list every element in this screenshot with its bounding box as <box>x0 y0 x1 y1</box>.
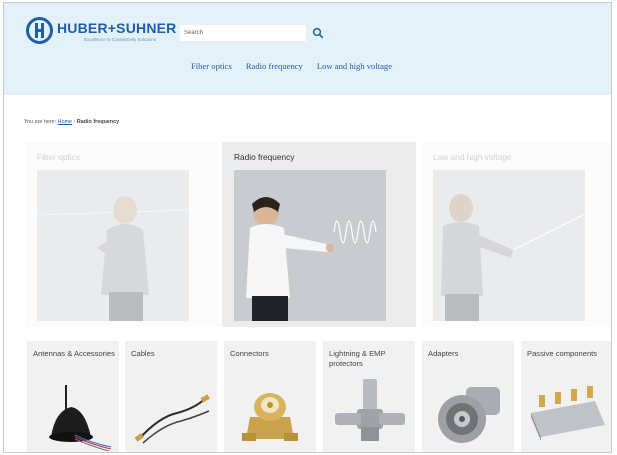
breadcrumb-separator: › <box>73 119 76 125</box>
category-tile-radio-frequency[interactable]: Radio frequency <box>222 142 416 327</box>
antenna-icon <box>31 377 115 452</box>
category-photo <box>37 170 189 321</box>
breadcrumb-home-link[interactable]: Home <box>58 119 72 125</box>
brand-tagline: Excellence in Connectivity Solutions <box>84 37 157 42</box>
category-photo <box>234 170 386 321</box>
product-tile-lightning-emp[interactable]: Lightning & EMP protectors <box>323 341 415 452</box>
category-tile-low-high-voltage[interactable]: Low and high voltage <box>421 142 611 327</box>
product-label: Passive components <box>527 349 598 358</box>
product-label: Connectors <box>230 349 269 358</box>
nav-low-high-voltage[interactable]: Low and high voltage <box>317 61 392 71</box>
product-label: Lightning & EMP protectors <box>329 349 386 368</box>
breadcrumb-prefix: You are here: <box>24 119 57 125</box>
connector-icon <box>228 377 312 451</box>
passive-component-icon <box>525 377 609 451</box>
category-label: Fiber optics <box>37 152 80 162</box>
main-nav: Fiber optics Radio frequency Low and hig… <box>191 61 392 71</box>
product-label: Cables <box>131 349 155 358</box>
protector-icon <box>327 377 411 451</box>
category-label: Radio frequency <box>234 152 295 162</box>
product-tile-adapters[interactable]: Adapters <box>422 341 514 452</box>
product-tile-cables[interactable]: Cables <box>125 341 217 452</box>
product-tile-passive-components[interactable]: Passive components <box>521 341 611 452</box>
category-tile-fiber-optics[interactable]: Fiber optics <box>25 142 219 327</box>
search-input[interactable] <box>180 25 306 41</box>
cable-icon <box>129 377 213 451</box>
logo-mark-icon <box>26 17 53 44</box>
category-label: Low and high voltage <box>433 152 512 162</box>
search-icon <box>312 27 324 39</box>
brand-logo[interactable]: HUBER+SUHNER Excellence in Connectivity … <box>26 17 176 47</box>
product-label: Antennas & Accessories <box>33 349 115 358</box>
page: HUBER+SUHNER Excellence in Connectivity … <box>3 2 612 453</box>
nav-radio-frequency[interactable]: Radio frequency <box>246 61 303 71</box>
breadcrumb: You are here: Home › Radio frequency <box>24 119 119 125</box>
search-bar <box>180 25 326 41</box>
product-tile-connectors[interactable]: Connectors <box>224 341 316 452</box>
brand-name: HUBER+SUHNER <box>57 20 177 36</box>
category-photo <box>433 170 585 321</box>
site-header: HUBER+SUHNER Excellence in Connectivity … <box>4 3 611 95</box>
adapter-icon <box>426 377 510 451</box>
breadcrumb-current: Radio frequency <box>76 119 120 125</box>
product-tile-antennas[interactable]: Antennas & Accessories <box>27 341 119 452</box>
nav-fiber-optics[interactable]: Fiber optics <box>191 61 232 71</box>
search-button[interactable] <box>312 26 326 40</box>
product-label: Adapters <box>428 349 459 358</box>
